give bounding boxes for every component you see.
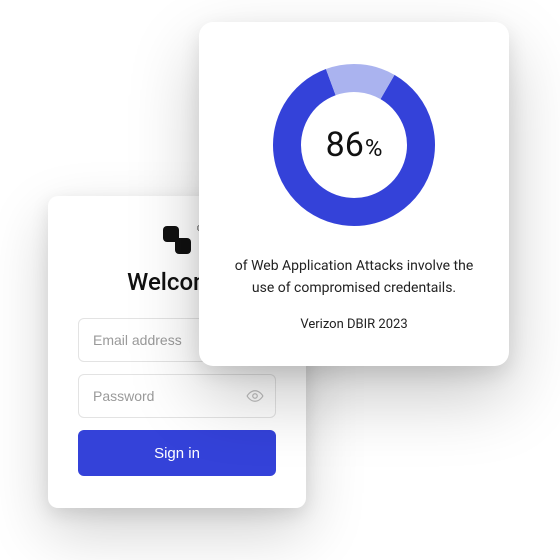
- eye-icon[interactable]: [246, 387, 264, 405]
- password-field-wrap: [78, 374, 276, 418]
- logo-icon: [163, 226, 191, 254]
- stat-percent-symbol: %: [365, 134, 383, 162]
- sign-in-button[interactable]: Sign in: [78, 430, 276, 476]
- stat-description: of Web Application Attacks involve the u…: [229, 256, 479, 299]
- donut-center-label: 86%: [326, 125, 383, 165]
- stat-percent-value: 86: [326, 125, 364, 165]
- donut-chart: 86%: [269, 60, 439, 230]
- stat-source: Verizon DBIR 2023: [229, 317, 479, 332]
- stat-card: 86% of Web Application Attacks involve t…: [199, 22, 509, 366]
